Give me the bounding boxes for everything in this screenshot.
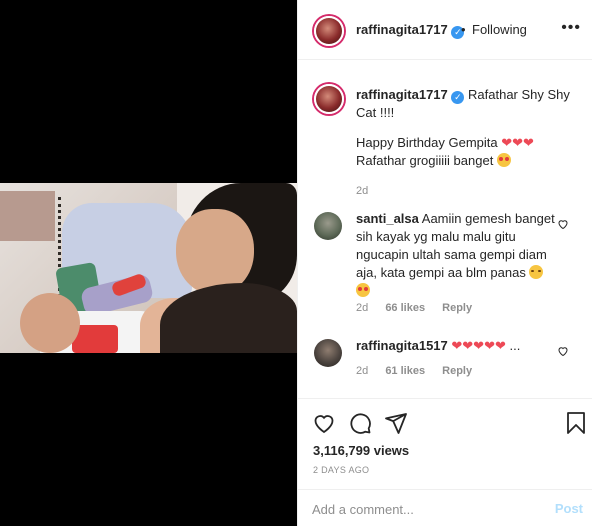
caption-avatar[interactable] [314, 84, 344, 114]
comment-meta: 2d 61 likes Reply [356, 365, 486, 377]
reply-button[interactable]: Reply [442, 365, 472, 377]
view-count[interactable]: 3,116,799 views [313, 443, 409, 458]
commenter-username[interactable]: raffinagita1517 [356, 338, 448, 353]
post-caption: raffinagita1717 ✓ Rafathar Shy Shy Cat !… [310, 82, 585, 197]
author-username[interactable]: raffinagita1717 [356, 22, 448, 37]
red-heart-emoji: ❤❤❤❤❤ [451, 338, 506, 353]
heart-eyes-emoji [496, 153, 511, 167]
header-separator: • [461, 22, 466, 37]
share-icon[interactable] [384, 411, 408, 435]
post-actions: 3,116,799 views 2 DAYS AGO Post [298, 398, 592, 526]
following-button[interactable]: Following [472, 22, 527, 37]
comment-age[interactable]: 2d [356, 365, 368, 377]
child-hand [20, 293, 80, 353]
post-media[interactable] [0, 0, 297, 526]
caption-username[interactable]: raffinagita1717 [356, 87, 448, 102]
caption-line-3: Rafathar grogiiiii banget [356, 152, 571, 170]
comment-item: raffinagita1517 ❤❤❤❤❤ ... 2d 61 likes Re… [310, 337, 585, 383]
comment-icon[interactable] [348, 411, 372, 435]
verified-badge-icon: ✓ [451, 91, 465, 104]
like-comment-icon[interactable] [557, 345, 569, 357]
comment-likes[interactable]: 61 likes [385, 365, 425, 377]
reply-button[interactable]: Reply [442, 302, 472, 314]
commenter-username[interactable]: santi_alsa [356, 211, 419, 226]
red-heart-emoji: ❤❤❤ [501, 135, 534, 150]
like-comment-icon[interactable] [557, 218, 569, 230]
sweat-smile-emoji [529, 265, 544, 279]
post-side-panel: raffinagita1717 ✓ • Following ••• raffin… [297, 0, 592, 526]
add-comment-input[interactable] [312, 500, 532, 518]
post-button[interactable]: Post [555, 501, 583, 516]
author-avatar[interactable] [314, 16, 344, 46]
heart-eyes-emoji [356, 283, 370, 297]
comment-body: raffinagita1517 ❤❤❤❤❤ ... [356, 337, 571, 355]
comment-likes[interactable]: 66 likes [385, 302, 425, 314]
comment-more[interactable]: ... [509, 338, 520, 353]
author-username-row: raffinagita1717 ✓ [356, 22, 465, 39]
comment-body: santi_alsa Aamiin gemesh banget sih kaya… [356, 210, 556, 300]
caption-text: raffinagita1717 ✓ Rafathar Shy Shy Cat !… [356, 86, 571, 200]
commenter-avatar[interactable] [314, 339, 342, 367]
commenter-avatar[interactable] [314, 212, 342, 240]
caption-line-2: Happy Birthday Gempita ❤❤❤ [356, 135, 534, 150]
post-time[interactable]: 2 DAYS AGO [313, 465, 369, 475]
post-photo[interactable] [0, 183, 297, 353]
comment-age[interactable]: 2d [356, 302, 368, 314]
post-header: raffinagita1717 ✓ • Following ••• [298, 0, 592, 60]
more-options-icon[interactable]: ••• [561, 20, 581, 36]
add-comment-bar: Post [298, 489, 592, 526]
heart-icon[interactable] [312, 411, 336, 435]
bookmark-icon[interactable] [564, 411, 588, 435]
background-shelf [0, 191, 55, 241]
comment-meta: 2d 66 likes Reply [356, 302, 486, 314]
comment-item: santi_alsa Aamiin gemesh banget sih kaya… [310, 210, 585, 320]
caption-age[interactable]: 2d [356, 182, 571, 200]
